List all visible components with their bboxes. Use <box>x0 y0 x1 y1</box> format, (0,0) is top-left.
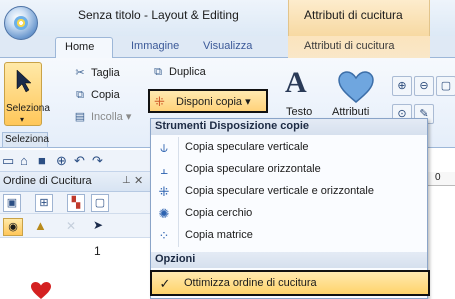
open-folder-icon[interactable]: ⌂ <box>20 153 28 168</box>
color-icon[interactable]: ▚ <box>67 194 85 212</box>
arrow-cursor-icon <box>16 69 32 93</box>
cut-button[interactable]: ✂ Taglia <box>72 66 120 84</box>
duplicate-icon: ⧉ <box>154 66 162 78</box>
menu-item-mirror-both[interactable]: ⁜ Copia speculare verticale e orizzontal… <box>151 181 427 203</box>
cut-label: Taglia <box>91 67 120 79</box>
arrange-copies-icon: ⁜ <box>154 94 165 109</box>
select-button[interactable]: Seleziona ▾ <box>4 62 50 126</box>
eye-icon[interactable]: ◉ <box>3 218 23 236</box>
menu-item-matrix-copy[interactable]: ⁘ Copia matrice <box>151 225 427 247</box>
context-tab-title: Attributi di cucitura <box>304 8 403 22</box>
thumbnail-number: 1 <box>94 244 101 258</box>
menu-item-optimize-stitch-order[interactable]: ✓ Ottimizza ordine di cucitura <box>150 270 430 296</box>
circle-copy-icon: ✺ <box>158 206 170 221</box>
menu-section-options: Opzioni <box>151 252 427 268</box>
copy-icon: ⧉ <box>76 89 84 101</box>
tab-attributi-cucitura[interactable]: Attributi di cucitura <box>304 40 394 52</box>
mirror-both-icon: ⁜ <box>158 184 170 199</box>
menu-item-label: Copia matrice <box>185 229 253 241</box>
undo-icon[interactable]: ↶ <box>74 153 85 169</box>
menu-item-label: Copia cerchio <box>185 207 253 219</box>
ruler-zero-label: 0 <box>435 172 441 183</box>
frame-icon[interactable]: ▢ <box>91 194 109 212</box>
pointer-icon[interactable]: ➤ <box>93 218 103 232</box>
menu-item-circle-copy[interactable]: ✺ Copia cerchio <box>151 203 427 225</box>
arrange-copies-label: Disponi copia ▾ <box>176 96 251 108</box>
checkmark-icon: ✓ <box>159 276 171 291</box>
duplicate-button[interactable]: ⧉ Duplica <box>150 66 206 84</box>
tab-home[interactable]: Home <box>55 37 113 59</box>
mirror-vertical-icon: ⫝ <box>160 140 168 155</box>
mirror-horizontal-icon: ⫠ <box>160 162 168 177</box>
stitch-order-panel-title: Ordine di Cucitura <box>3 175 92 187</box>
pin-icon[interactable]: ⊥ <box>122 175 131 186</box>
application-menu-button[interactable] <box>4 6 38 40</box>
stitch-order-list[interactable] <box>0 238 160 299</box>
heart-attributes-icon[interactable] <box>337 70 375 104</box>
copy-label: Copia <box>91 89 120 101</box>
tab-home-label: Home <box>65 41 95 53</box>
matrix-copy-icon: ⁘ <box>158 228 170 243</box>
zoom-out-icon[interactable]: ⊖ <box>414 76 434 96</box>
chevron-down-icon: ▾ <box>20 115 25 124</box>
paste-label: Incolla <box>91 111 123 123</box>
close-icon[interactable]: ✕ <box>134 174 143 187</box>
scissors-icon: ✂ <box>75 67 85 79</box>
duplicate-label: Duplica <box>169 66 206 78</box>
menu-section-tools: Strumenti Disposizione copie <box>151 119 427 135</box>
menu-item-label: Copia speculare verticale e orizzontale <box>185 185 374 197</box>
menu-item-mirror-vertical[interactable]: ⫝ Copia speculare verticale <box>151 137 427 159</box>
panel-toolbar-2 <box>0 214 160 238</box>
zoom-in-icon[interactable]: ⊕ <box>392 76 412 96</box>
heart-thumbnail-icon[interactable] <box>30 282 52 299</box>
paste-button[interactable]: ▤ Incolla ▾ <box>72 110 132 128</box>
menu-item-label: Copia speculare orizzontale <box>185 163 321 175</box>
select-button-label: Seleziona <box>6 103 50 114</box>
tab-immagine[interactable]: Immagine <box>131 40 179 52</box>
window-title: Senza titolo - Layout & Editing <box>78 8 239 22</box>
zoom-icon[interactable]: ⊕ <box>56 153 67 169</box>
save-icon[interactable]: ■ <box>38 153 46 168</box>
menu-item-mirror-horizontal[interactable]: ⫠ Copia speculare orizzontale <box>151 159 427 181</box>
new-file-icon[interactable]: ▭ <box>2 153 14 169</box>
menu-item-label: Copia speculare verticale <box>185 141 309 153</box>
app-logo-icon <box>14 16 28 30</box>
group-icon[interactable]: ⊞ <box>35 194 53 212</box>
copy-button[interactable]: ⧉ Copia <box>72 89 120 107</box>
view-mode-icon[interactable]: ▣ <box>3 194 21 212</box>
menu-item-label: Ottimizza ordine di cucitura <box>184 277 317 289</box>
disabled-close-icon: ✕ <box>66 219 77 233</box>
lock-icon[interactable]: ▲ <box>34 218 47 233</box>
arrange-copies-button[interactable]: ⁜ Disponi copia ▾ <box>148 89 268 113</box>
redo-icon[interactable]: ↷ <box>92 153 103 169</box>
text-tool-label: Testo <box>286 106 313 118</box>
text-tool-icon[interactable]: A <box>285 66 307 100</box>
attributes-label: Attributi <box>332 106 370 118</box>
tab-visualizza[interactable]: Visualizza <box>203 40 252 52</box>
zoom-fit-icon[interactable]: ▢ <box>436 76 455 96</box>
paste-icon: ▤ <box>74 111 86 123</box>
group-label-seleziona: Seleziona <box>2 132 49 148</box>
